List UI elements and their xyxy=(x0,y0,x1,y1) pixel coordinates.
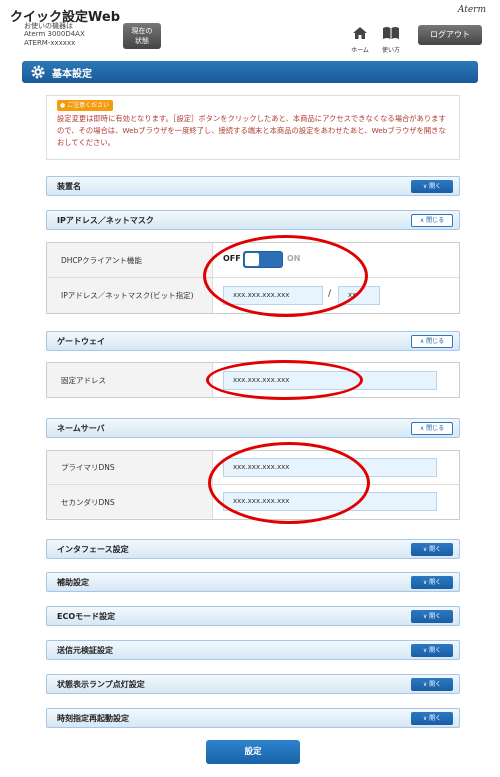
section-title: ゲートウェイ xyxy=(57,337,105,346)
fixed-address-row: 固定アドレス xxx.xxx.xxx.xxx xyxy=(47,363,459,397)
page-title: 基本設定 xyxy=(52,69,92,80)
home-button[interactable]: ホーム xyxy=(348,25,372,54)
chevron-up-icon: ∧ xyxy=(419,338,425,345)
section-title: ネームサーバ xyxy=(57,424,105,433)
current-status-button[interactable]: 現在の 状態 xyxy=(123,23,161,49)
logout-button[interactable]: ログアウト xyxy=(418,25,482,45)
section-title: 送信元検証設定 xyxy=(57,646,113,655)
gateway-address-input[interactable]: xxx.xxx.xxx.xxx xyxy=(223,371,437,390)
open-button[interactable]: ∨ 開く xyxy=(411,610,453,623)
open-label: 開く xyxy=(429,681,442,688)
section-interface[interactable]: インタフェース設定 ∨ 開く xyxy=(46,539,460,559)
chevron-down-icon: ∨ xyxy=(422,546,428,553)
primary-dns-input[interactable]: xxx.xxx.xxx.xxx xyxy=(223,458,437,477)
chevron-down-icon: ∨ xyxy=(422,715,428,722)
close-button[interactable]: ∧ 閉じる xyxy=(411,335,453,348)
primary-dns-row: プライマリDNS xxx.xxx.xxx.xxx xyxy=(47,451,459,485)
brand-logo: Aterm xyxy=(457,5,486,15)
chevron-up-icon: ∧ xyxy=(419,425,425,432)
section-ip-netmask[interactable]: IPアドレス／ネットマスク ∧ 閉じる xyxy=(46,210,460,230)
notice-box: ● ご注意ください 設定変更は即時に有効となります。［設定］ボタンをクリックした… xyxy=(46,95,460,160)
section-scheduled-reboot[interactable]: 時刻指定再起動設定 ∨ 開く xyxy=(46,708,460,728)
fixed-address-label: 固定アドレス xyxy=(47,363,213,397)
netmask-bits-input[interactable]: xx xyxy=(338,286,380,305)
switch-on-label: ON xyxy=(287,254,301,263)
section-title: 時刻指定再起動設定 xyxy=(57,714,129,723)
home-label: ホーム xyxy=(351,47,369,54)
submit-button[interactable]: 設定 xyxy=(206,740,300,764)
section-title: 装置名 xyxy=(57,182,81,191)
gear-icon xyxy=(31,65,45,79)
section-device-name[interactable]: 装置名 ∨ 開く xyxy=(46,176,460,196)
secondary-dns-input[interactable]: xxx.xxx.xxx.xxx xyxy=(223,492,437,511)
dhcp-label: DHCPクライアント機能 xyxy=(47,243,213,277)
open-button[interactable]: ∨ 開く xyxy=(411,644,453,657)
dns-panel: プライマリDNS xxx.xxx.xxx.xxx セカンダリDNS xxx.xx… xyxy=(46,450,460,520)
device-model: Aterm 3000D4AX xyxy=(24,30,85,38)
section-title: 状態表示ランプ点灯設定 xyxy=(57,680,145,689)
open-label: 開く xyxy=(429,613,442,620)
notice-badge: ● ご注意ください xyxy=(57,100,114,111)
secondary-dns-label: セカンダリDNS xyxy=(47,485,213,519)
open-label: 開く xyxy=(429,183,442,190)
open-label: 開く xyxy=(429,715,442,722)
device-id: ATERM-xxxxxx xyxy=(24,39,76,47)
chevron-down-icon: ∨ xyxy=(422,579,428,586)
header: クイック設定Web お使いの機器は Aterm 3000D4AX ATERM-x… xyxy=(0,0,500,58)
open-button[interactable]: ∨ 開く xyxy=(411,712,453,725)
dhcp-row: DHCPクライアント機能 OFF ON xyxy=(47,243,459,278)
switch-knob xyxy=(245,253,259,266)
section-title: 補助設定 xyxy=(57,578,89,587)
notice-text: 設定変更は即時に有効となります。［設定］ボタンをクリックしたあと、本商品にアクセ… xyxy=(57,114,446,147)
section-nameserver[interactable]: ネームサーバ ∧ 閉じる xyxy=(46,418,460,438)
ip-address-row: IPアドレス／ネットマスク(ビット指定) xxx.xxx.xxx.xxx / x… xyxy=(47,278,459,313)
primary-dns-label: プライマリDNS xyxy=(47,451,213,484)
section-source-verify[interactable]: 送信元検証設定 ∨ 開く xyxy=(46,640,460,660)
section-title: IPアドレス／ネットマスク xyxy=(57,216,154,225)
chevron-down-icon: ∨ xyxy=(422,647,428,654)
close-label: 閉じる xyxy=(426,217,445,224)
status-button-line-2: 状態 xyxy=(135,37,149,45)
book-icon xyxy=(383,27,399,39)
ip-panel: DHCPクライアント機能 OFF ON IPアドレス／ネットマスク(ビット指定)… xyxy=(46,242,460,314)
chevron-down-icon: ∨ xyxy=(422,681,428,688)
switch-off-label: OFF xyxy=(223,254,241,263)
section-eco[interactable]: ECOモード設定 ∨ 開く xyxy=(46,606,460,626)
dhcp-toggle-switch[interactable] xyxy=(243,251,283,268)
close-label: 閉じる xyxy=(426,425,445,432)
slash-separator: / xyxy=(328,289,332,299)
open-button[interactable]: ∨ 開く xyxy=(411,576,453,589)
help-button[interactable]: 使い方 xyxy=(379,25,403,54)
chevron-down-icon: ∨ xyxy=(422,183,428,190)
open-button[interactable]: ∨ 開く xyxy=(411,678,453,691)
chevron-up-icon: ∧ xyxy=(419,217,425,224)
close-label: 閉じる xyxy=(426,338,445,345)
close-button[interactable]: ∧ 閉じる xyxy=(411,422,453,435)
section-aux[interactable]: 補助設定 ∨ 開く xyxy=(46,572,460,592)
open-button[interactable]: ∨ 開く xyxy=(411,543,453,556)
section-gateway[interactable]: ゲートウェイ ∧ 閉じる xyxy=(46,331,460,351)
open-button[interactable]: ∨ 開く xyxy=(411,180,453,193)
home-icon xyxy=(353,27,367,39)
chevron-down-icon: ∨ xyxy=(422,613,428,620)
help-label: 使い方 xyxy=(381,47,400,54)
notice-badge-label: ご注意ください xyxy=(67,102,110,109)
open-label: 開く xyxy=(429,579,442,586)
exclamation-icon: ● xyxy=(60,102,66,109)
gateway-panel: 固定アドレス xxx.xxx.xxx.xxx xyxy=(46,362,460,398)
section-status-lamp[interactable]: 状態表示ランプ点灯設定 ∨ 開く xyxy=(46,674,460,694)
secondary-dns-row: セカンダリDNS xxx.xxx.xxx.xxx xyxy=(47,485,459,519)
section-title: インタフェース設定 xyxy=(57,545,129,554)
section-title: ECOモード設定 xyxy=(57,612,116,621)
page-title-bar: 基本設定 xyxy=(22,61,478,83)
open-label: 開く xyxy=(429,546,442,553)
status-button-line-1: 現在の xyxy=(131,27,153,35)
open-label: 開く xyxy=(429,647,442,654)
ip-address-input[interactable]: xxx.xxx.xxx.xxx xyxy=(223,286,323,305)
ip-address-label: IPアドレス／ネットマスク(ビット指定) xyxy=(47,278,213,313)
close-button[interactable]: ∧ 閉じる xyxy=(411,214,453,227)
